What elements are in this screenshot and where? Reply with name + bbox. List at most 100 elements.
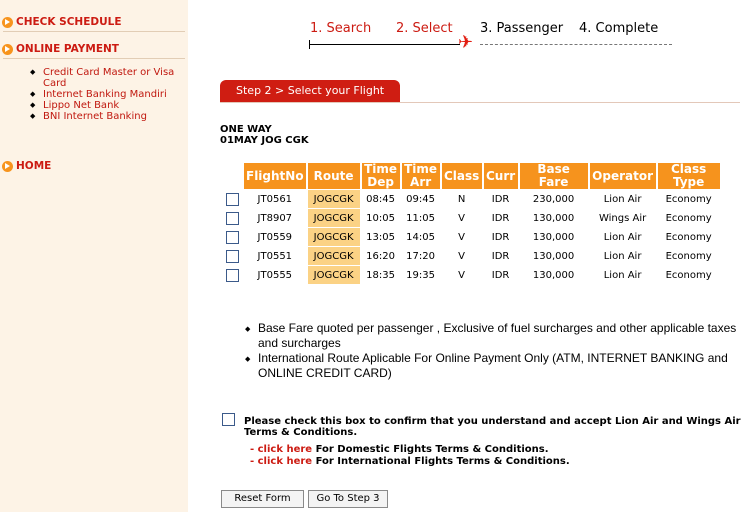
sidebar-online-payment[interactable]: ONLINE PAYMENT: [0, 40, 188, 59]
trip-info: ONE WAY 01MAY JOG CGK: [220, 124, 309, 146]
route: JOGCGK: [307, 266, 360, 284]
step-tab: Step 2 > Select your Flight: [220, 80, 400, 102]
flight-select-checkbox[interactable]: [225, 230, 239, 244]
route: JOGCGK: [307, 228, 360, 246]
step-select: 2. Select: [396, 21, 453, 36]
operator: Lion Air: [603, 250, 642, 262]
arrow-bullet-icon: [2, 16, 13, 28]
domestic-terms-text: For Domestic Flights Terms & Conditions.: [312, 444, 549, 455]
class-type: Economy: [665, 193, 712, 205]
table-row: JT0555 JOGCGK 18:35 19:35 V IDR 130,000 …: [222, 266, 720, 284]
time-arr: 11:05: [406, 212, 435, 224]
reset-form-button[interactable]: Reset Form: [221, 490, 304, 508]
base-fare: 130,000: [532, 250, 575, 262]
sidebar-home[interactable]: HOME: [0, 157, 188, 175]
time-dep: 10:05: [366, 212, 395, 224]
currency: IDR: [491, 269, 510, 281]
class-type: Economy: [665, 250, 712, 262]
airplane-icon: ✈: [458, 32, 474, 53]
remaining-progress-line: [480, 44, 672, 45]
col-operator: Operator: [589, 163, 656, 189]
note-item: Base Fare quoted per passenger , Exclusi…: [245, 321, 745, 351]
note-item: International Route Aplicable For Online…: [245, 351, 745, 381]
tab-divider: [220, 102, 740, 103]
col-base-fare: Base Fare: [519, 163, 588, 189]
sidebar: CHECK SCHEDULE ONLINE PAYMENT Credit Car…: [0, 0, 188, 512]
flight-table: FlightNo Route Time Dep Time Arr Class C…: [220, 162, 722, 285]
table-row: JT0561 JOGCGK 08:45 09:45 N IDR 230,000 …: [222, 190, 720, 208]
payment-method-item[interactable]: Internet Banking Mandiri: [30, 89, 180, 100]
time-arr: 09:45: [406, 193, 435, 205]
trip-summary: 01MAY JOG CGK: [220, 135, 309, 146]
currency: IDR: [491, 193, 510, 205]
table-row: JT8907 JOGCGK 10:05 11:05 V IDR 130,000 …: [222, 209, 720, 227]
time-arr: 17:20: [406, 250, 435, 262]
international-terms-line: - click here For International Flights T…: [250, 456, 570, 467]
check-schedule-link[interactable]: CHECK SCHEDULE: [16, 16, 122, 28]
route: JOGCGK: [307, 190, 360, 208]
time-arr: 14:05: [406, 231, 435, 243]
col-time-arr: Time Arr: [401, 163, 440, 189]
col-class: Class: [441, 163, 482, 189]
operator: Wings Air: [598, 212, 647, 224]
currency: IDR: [491, 212, 510, 224]
time-arr: 19:35: [406, 269, 435, 281]
online-payment-link[interactable]: ONLINE PAYMENT: [16, 43, 119, 55]
progress-steps: 1. Search 2. Select 3. Passenger 4. Comp…: [300, 18, 700, 62]
class-type: Economy: [665, 269, 712, 281]
international-terms-link[interactable]: - click here: [250, 456, 312, 467]
currency: IDR: [491, 231, 510, 243]
class: N: [457, 193, 466, 205]
fare-notes: Base Fare quoted per passenger , Exclusi…: [245, 321, 745, 381]
class: V: [458, 231, 466, 243]
sidebar-check-schedule[interactable]: CHECK SCHEDULE: [0, 13, 188, 32]
operator: Lion Air: [603, 269, 642, 281]
international-terms-text: For International Flights Terms & Condit…: [312, 456, 570, 467]
home-link[interactable]: HOME: [16, 160, 51, 172]
time-dep: 08:45: [366, 193, 395, 205]
step-passenger: 3. Passenger: [480, 21, 564, 36]
flight-no: JT0551: [257, 250, 293, 262]
trip-type: ONE WAY: [220, 124, 272, 135]
flight-no: JT8907: [257, 212, 293, 224]
domestic-terms-line: - click here For Domestic Flights Terms …: [250, 444, 549, 455]
operator: Lion Air: [603, 193, 642, 205]
flight-no: JT0559: [257, 231, 293, 243]
flight-table-header: FlightNo Route Time Dep Time Arr Class C…: [222, 163, 720, 189]
payment-method-item[interactable]: BNI Internet Banking: [30, 111, 180, 122]
arrow-bullet-icon: [2, 160, 13, 172]
class-type: Economy: [665, 231, 712, 243]
time-dep: 16:20: [366, 250, 395, 262]
base-fare: 130,000: [532, 231, 575, 243]
col-time-dep: Time Dep: [361, 163, 400, 189]
class: V: [458, 212, 466, 224]
domestic-terms-link[interactable]: - click here: [250, 444, 312, 455]
arrow-bullet-icon: [2, 43, 13, 55]
base-fare: 130,000: [532, 269, 575, 281]
payment-method-list: Credit Card Master or Visa Card Internet…: [30, 67, 180, 122]
progress-line: [309, 40, 460, 49]
col-flightno: FlightNo: [244, 163, 306, 189]
flight-no: JT0555: [257, 269, 293, 281]
terms-confirm-checkbox[interactable]: [222, 413, 235, 426]
time-dep: 18:35: [366, 269, 395, 281]
payment-method-item[interactable]: Lippo Net Bank: [30, 100, 180, 111]
flight-select-checkbox[interactable]: [225, 211, 239, 225]
table-row: JT0559 JOGCGK 13:05 14:05 V IDR 130,000 …: [222, 228, 720, 246]
flight-select-checkbox[interactable]: [225, 249, 239, 263]
class: V: [458, 269, 466, 281]
go-to-step-3-button[interactable]: Go To Step 3: [308, 490, 388, 508]
route: JOGCGK: [307, 209, 360, 227]
table-row: JT0551 JOGCGK 16:20 17:20 V IDR 130,000 …: [222, 247, 720, 265]
col-route: Route: [307, 163, 360, 189]
time-dep: 13:05: [366, 231, 395, 243]
flight-select-checkbox[interactable]: [225, 192, 239, 206]
currency: IDR: [491, 250, 510, 262]
flight-select-checkbox[interactable]: [225, 268, 239, 282]
col-curr: Curr: [483, 163, 518, 189]
class-type: Economy: [665, 212, 712, 224]
step-complete: 4. Complete: [579, 21, 659, 36]
base-fare: 130,000: [532, 212, 575, 224]
payment-method-item[interactable]: Credit Card Master or Visa Card: [30, 67, 180, 89]
step-search: 1. Search: [310, 21, 372, 36]
